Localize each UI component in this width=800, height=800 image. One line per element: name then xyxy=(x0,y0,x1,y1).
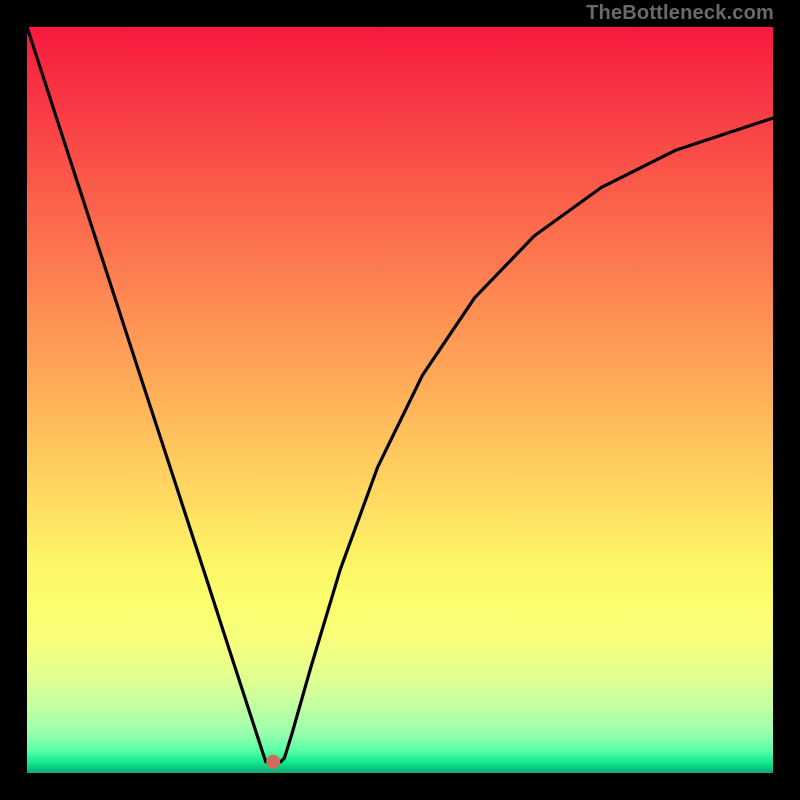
gradient-background xyxy=(27,27,773,773)
watermark-text: TheBottleneck.com xyxy=(586,2,774,25)
chart-frame: TheBottleneck.com xyxy=(0,0,800,800)
optimal-point-marker xyxy=(266,755,280,769)
chart-svg xyxy=(27,27,773,773)
plot-area xyxy=(27,27,773,773)
